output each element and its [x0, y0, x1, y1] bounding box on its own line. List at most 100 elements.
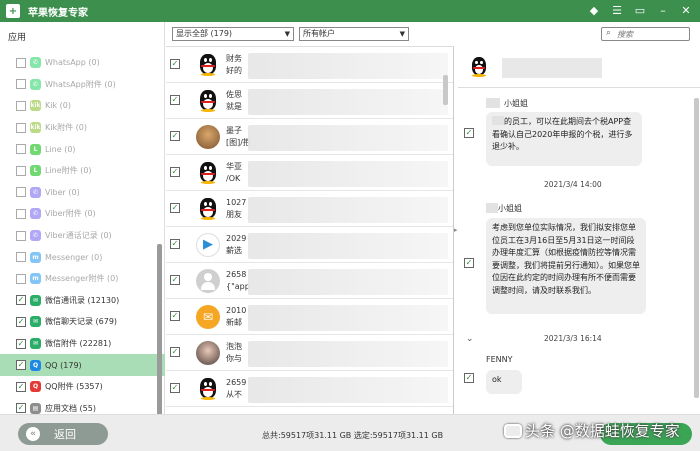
message-checkbox[interactable]: ✓ [170, 167, 180, 177]
message-checkbox[interactable]: ✓ [464, 258, 474, 268]
message-row[interactable]: ✓ 1027 朋友 [166, 191, 453, 227]
diamond-icon[interactable]: ◆ [586, 3, 602, 19]
message-checkbox[interactable]: ✓ [170, 275, 180, 285]
message-row[interactable]: ✓ 财务 好的 [166, 47, 453, 83]
sidebar-item[interactable]: ✓ ✉ 微信通讯录 (12130) [0, 290, 165, 312]
sidebar-item[interactable]: ✓ Q QQ附件 (5357) [0, 376, 165, 398]
sidebar-item[interactable]: ✓ ✉ 微信附件 (22281) [0, 333, 165, 355]
message-row[interactable]: ✓ ▶ 2029 薪选 [166, 227, 453, 263]
search-box[interactable]: ⌕ [601, 27, 690, 41]
qq-avatar-icon [196, 161, 220, 185]
sidebar-item[interactable]: L Line (0) [0, 138, 165, 160]
sidebar-checkbox[interactable] [16, 208, 26, 219]
photo-avatar-icon [196, 341, 220, 365]
sidebar-item-label: WhatsApp (0) [45, 58, 100, 68]
chat-scrollbar[interactable] [694, 98, 699, 398]
sidebar-checkbox[interactable]: ✓ [16, 295, 26, 306]
chat-sender-name: 小姐姐 [504, 99, 528, 108]
chat-timestamp: 2021/3/3 16:14 [544, 334, 602, 343]
wechat-icon: ✉ [30, 294, 41, 306]
minimize-icon[interactable]: – [655, 3, 671, 19]
sidebar-item[interactable]: ✓ Q QQ (179) [0, 354, 165, 376]
sidebar-item-label: Viber通话记录 (0) [45, 231, 112, 241]
sidebar-checkbox[interactable] [16, 144, 26, 155]
message-checkbox[interactable]: ✓ [464, 373, 474, 383]
sidebar-item[interactable]: kik Kik (0) [0, 95, 165, 117]
message-list: ✓ 财务 好的 ✓ 佐思 就是 ✓ 墨子 [图]/抱 ✓ 华亚/OK ✓ 1027 朋友 ✓ ▶ 2029 薪选 ✓… [166, 46, 454, 414]
back-button[interactable]: « 返回 [18, 423, 108, 445]
hamburger-menu-icon[interactable]: ☰ [609, 3, 625, 19]
message-checkbox[interactable]: ✓ [170, 239, 180, 249]
sidebar-item-label: Line (0) [45, 144, 76, 154]
message-checkbox[interactable]: ✓ [170, 95, 180, 105]
sidebar-checkbox[interactable]: ✓ [16, 338, 26, 349]
sidebar-item[interactable]: m Messenger附件 (0) [0, 268, 165, 290]
message-row[interactable]: ✓ 泡泡 你与 [166, 335, 453, 371]
message-row[interactable]: ✓ 墨子 [图]/抱 [166, 119, 453, 155]
message-checkbox[interactable]: ✓ [170, 311, 180, 321]
close-icon[interactable]: ✕ [678, 3, 694, 19]
sidebar-item[interactable]: ✓ ✉ 微信聊天记录 (679) [0, 311, 165, 333]
bottom-bar: « 返回 总共:59517项31.11 GB 选定:59517项31.11 GB… [0, 414, 700, 451]
message-row[interactable]: ✓ 佐思 就是 [166, 83, 453, 119]
message-row[interactable]: ✓ ✉ 2010 新邮 [166, 299, 453, 335]
sidebar-checkbox[interactable] [16, 122, 26, 133]
title-bar: + 苹果恢复专家 ◆ ☰ ▭ – ✕ [0, 0, 700, 22]
messenger-icon: m [30, 273, 41, 285]
sidebar-item[interactable]: ✆ Viber (0) [0, 182, 165, 204]
sidebar-checkbox[interactable] [16, 230, 26, 241]
sidebar-checkbox[interactable]: ✓ [16, 381, 26, 392]
message-preview: 1027 朋友 [226, 198, 247, 219]
message-checkbox[interactable]: ✓ [464, 128, 474, 138]
message-checkbox[interactable]: ✓ [170, 383, 180, 393]
sidebar-item-label: Viber (0) [45, 187, 80, 197]
message-row[interactable]: ✓ 2659 从不 [166, 371, 453, 407]
whatsapp-icon: ✆ [30, 78, 41, 90]
sidebar-item[interactable]: m Messenger (0) [0, 246, 165, 268]
panel-splitter-arrow-icon[interactable]: ▸ [454, 226, 458, 234]
sidebar-checkbox[interactable] [16, 273, 26, 284]
sidebar-item[interactable]: ✆ WhatsApp附件 (0) [0, 74, 165, 96]
sidebar-checkbox[interactable]: ✓ [16, 316, 26, 327]
sidebar-item-label: 应用文档 (55) [45, 403, 96, 413]
filter-select[interactable]: 显示全部 (179) ▼ [172, 27, 294, 41]
sidebar-checkbox[interactable] [16, 252, 26, 263]
list-toolbar: 显示全部 (179) ▼ 所有帐户 ▼ ⌕ [166, 22, 700, 46]
sidebar-checkbox[interactable] [16, 187, 26, 198]
account-select[interactable]: 所有帐户 ▼ [299, 27, 409, 41]
sidebar-scrollbar[interactable] [157, 244, 162, 426]
sidebar-checkbox[interactable]: ✓ [16, 403, 26, 414]
sidebar-item-label: Messenger (0) [45, 252, 103, 262]
message-icon[interactable]: ▭ [632, 3, 648, 19]
message-preview: 佐思 就是 [226, 90, 242, 111]
sidebar-item[interactable]: ✆ Viber通话记录 (0) [0, 225, 165, 247]
chat-bubble: ok [486, 370, 522, 394]
message-list-scrollbar[interactable] [443, 75, 448, 105]
sidebar-item[interactable]: ✆ WhatsApp (0) [0, 52, 165, 74]
message-preview: 2658 {"app [226, 270, 250, 291]
search-input[interactable] [617, 29, 687, 39]
mail-avatar-icon: ✉ [196, 305, 220, 329]
sidebar-checkbox[interactable] [16, 57, 26, 68]
message-checkbox[interactable]: ✓ [170, 347, 180, 357]
sidebar-item[interactable]: ✆ Viber附件 (0) [0, 203, 165, 225]
message-checkbox[interactable]: ✓ [170, 59, 180, 69]
watermark: 头条 @数据蛙恢复专家 [504, 420, 680, 441]
message-row[interactable]: ✓ 华亚/OK [166, 155, 453, 191]
sidebar-item[interactable]: kik Kik附件 (0) [0, 117, 165, 139]
sidebar-list: ✆ WhatsApp (0) ✆ WhatsApp附件 (0) kik Kik (0) ki… [0, 52, 165, 419]
redacted-preview [248, 89, 448, 115]
message-preview: 2010 新邮 [226, 306, 247, 327]
sidebar-checkbox[interactable] [16, 165, 26, 176]
sidebar-checkbox[interactable] [16, 79, 26, 90]
sidebar-item[interactable]: L Line附件 (0) [0, 160, 165, 182]
sidebar-checkbox[interactable]: ✓ [16, 360, 26, 371]
message-row[interactable]: ✓ 2658 {"app [166, 263, 453, 299]
sidebar-item-label: 微信附件 (22281) [45, 339, 112, 349]
message-checkbox[interactable]: ✓ [170, 203, 180, 213]
sidebar-checkbox[interactable] [16, 100, 26, 111]
message-checkbox[interactable]: ✓ [170, 131, 180, 141]
sidebar-heading: 应用 [8, 33, 27, 43]
watermark-logo-icon [504, 424, 522, 438]
chevron-down-icon[interactable]: ⌄ [466, 334, 474, 344]
